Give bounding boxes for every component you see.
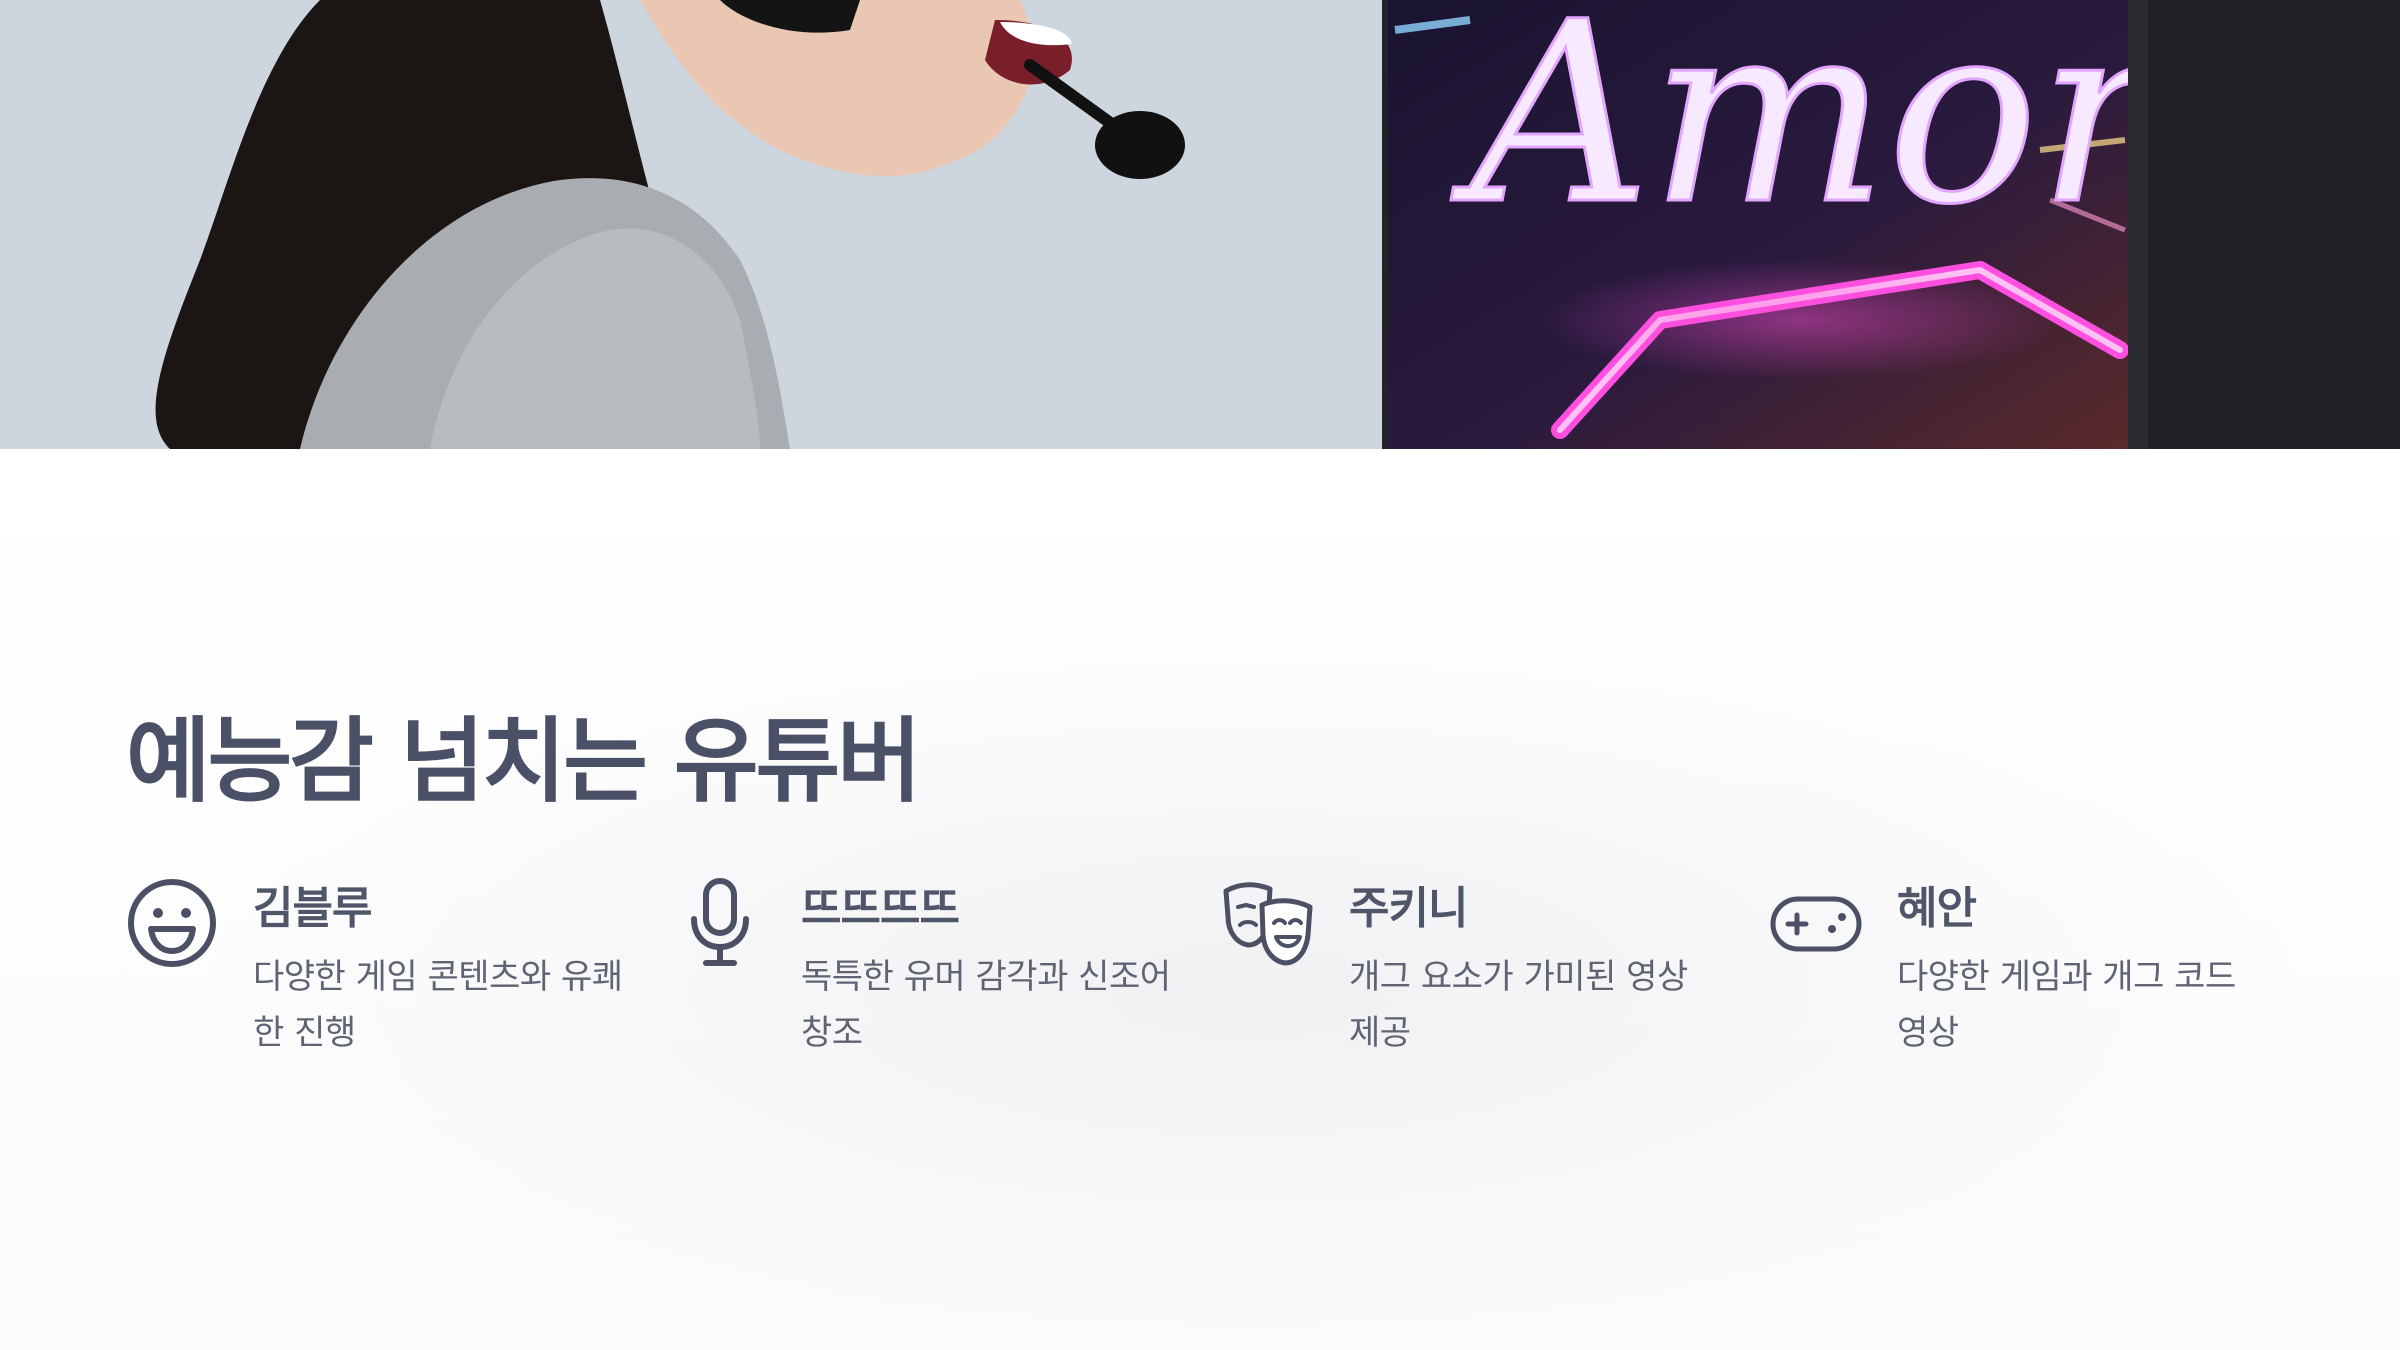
youtuber-card: 혜안 다양한 게임과 개그 코드 영상	[1770, 877, 2290, 1097]
smile-icon	[126, 877, 218, 969]
youtuber-name: 뜨뜨뜨뜨	[801, 883, 960, 934]
section-title: 예능감 넘치는 유튜버	[126, 708, 922, 815]
youtuber-description: 다양한 게임 콘텐츠와 유쾌한 진행	[253, 957, 623, 1053]
gamepad-icon	[1770, 877, 1862, 969]
youtuber-card: 뜨뜨뜨뜨 독특한 유머 감각과 신조어 창조	[674, 877, 1194, 1097]
hero-image: Amor	[0, 0, 2400, 449]
youtuber-name: 혜안	[1897, 883, 1977, 934]
youtuber-card: 주키니 개그 요소가 가미된 영상 제공	[1222, 877, 1742, 1097]
theater-masks-icon	[1222, 877, 1314, 969]
microphone-icon	[674, 877, 766, 969]
youtuber-card: 김블루 다양한 게임 콘텐츠와 유쾌한 진행	[126, 877, 646, 1097]
youtuber-description: 다양한 게임과 개그 코드 영상	[1897, 957, 2236, 1053]
youtuber-name: 주키니	[1349, 883, 1468, 934]
youtuber-description: 개그 요소가 가미된 영상 제공	[1349, 957, 1688, 1053]
screen-neon-text: Amor	[1450, 0, 2170, 259]
youtuber-description: 독특한 유머 감각과 신조어 창조	[801, 957, 1171, 1053]
youtuber-name: 김블루	[253, 883, 372, 934]
youtuber-section: 예능감 넘치는 유튜버 김블루 다양한 게임 콘텐츠와 유쾌한 진행 뜨뜨뜨뜨 …	[0, 449, 2400, 1350]
